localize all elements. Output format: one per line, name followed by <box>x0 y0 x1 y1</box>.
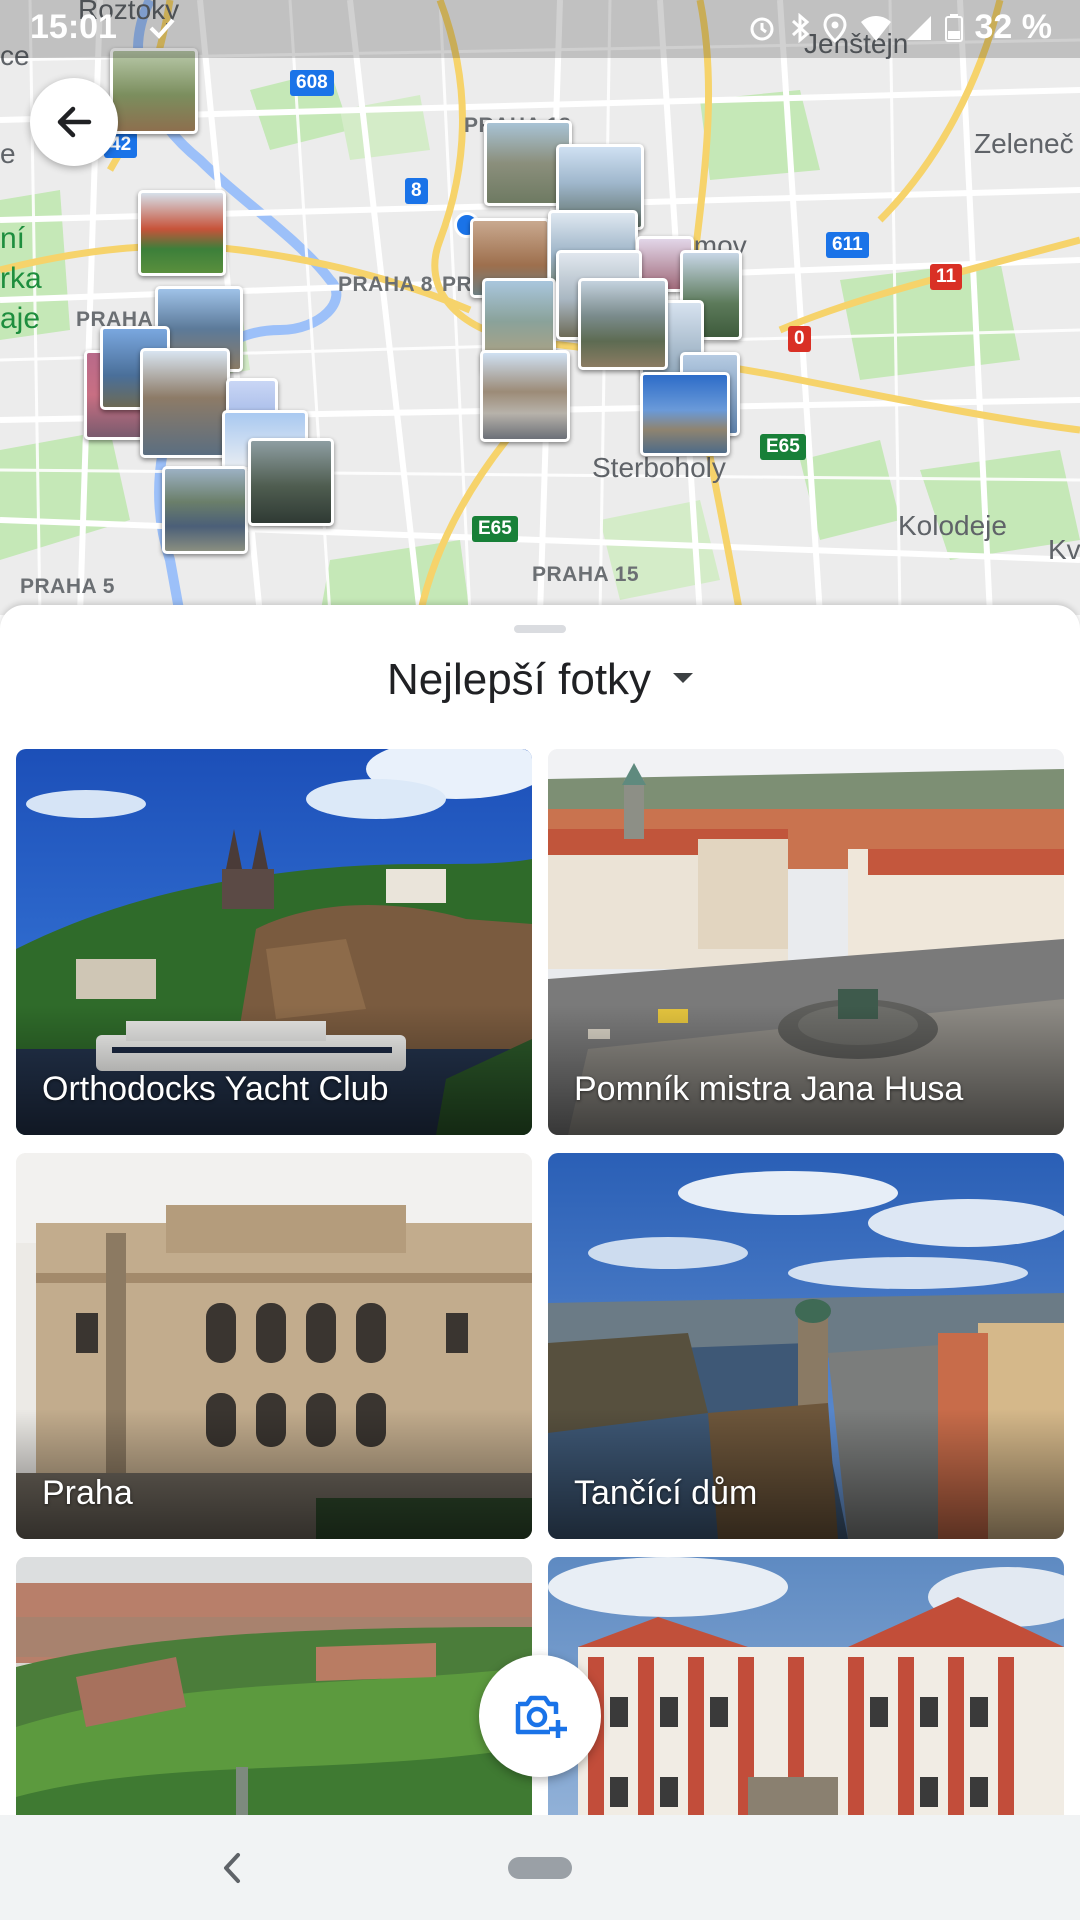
add-photo-icon <box>515 1695 567 1738</box>
map-photo-thumbnail[interactable] <box>578 278 668 370</box>
map-label-praha15: PRAHA 15 <box>532 563 640 586</box>
signal-icon <box>906 15 931 40</box>
road-shield-e65-south: E65 <box>472 516 518 542</box>
map-view[interactable]: Roztoky Jenštejn Zeleneč PRAHA 18 PRAHA … <box>0 0 1080 615</box>
battery-percent: 32 % <box>974 8 1053 46</box>
road-shield-608: 608 <box>290 70 334 96</box>
photo-card[interactable] <box>16 1557 532 1815</box>
nav-home-pill[interactable] <box>508 1857 572 1879</box>
map-photo-thumbnail[interactable] <box>110 48 198 134</box>
map-label-kv: Kv <box>1048 534 1080 565</box>
road-shield-e65: E65 <box>760 434 806 460</box>
chevron-left-icon <box>224 1853 240 1883</box>
photo-card-caption: Orthodocks Yacht Club <box>42 1070 389 1108</box>
sheet-drag-handle[interactable] <box>514 625 566 633</box>
map-label-sterboholy: Sterboholy <box>592 452 726 483</box>
map-photo-thumbnail[interactable] <box>480 350 570 442</box>
sheet-title: Nejlepší fotky <box>386 655 652 704</box>
photo-city-panorama <box>16 1557 532 1815</box>
status-time: 15:01 <box>30 8 117 46</box>
photo-card[interactable]: Orthodocks Yacht Club <box>16 749 532 1135</box>
photo-card[interactable] <box>548 1557 1064 1815</box>
road-shield-0: 0 <box>788 326 811 352</box>
photo-card-caption: Tančící dům <box>574 1474 758 1512</box>
battery-icon <box>944 13 963 42</box>
photo-card-caption: Pomník mistra Jana Husa <box>574 1070 964 1108</box>
notification-check-icon <box>149 18 175 39</box>
photo-card[interactable]: Tančící dům <box>548 1153 1064 1539</box>
photo-card-caption: Praha <box>42 1474 133 1512</box>
road-shield-8: 8 <box>405 178 428 204</box>
location-icon <box>822 12 847 43</box>
wifi-icon <box>860 15 891 41</box>
photo-card[interactable]: Praha <box>16 1153 532 1539</box>
map-label-park-1: ní <box>0 222 26 255</box>
add-photo-button[interactable] <box>479 1655 601 1777</box>
map-label-praha5: PRAHA 5 <box>20 575 115 598</box>
arrow-back-icon <box>57 106 92 138</box>
map-photo-thumbnail[interactable] <box>640 372 730 456</box>
alarm-icon <box>750 17 773 40</box>
road-shield-11: 11 <box>930 264 963 290</box>
status-icons: 32 % <box>747 8 1053 47</box>
map-label-park-3: aje <box>0 302 41 335</box>
map-label-edge-2: e <box>0 138 16 169</box>
map-label-park-2: rka <box>0 262 42 295</box>
photo-troja-chateau <box>548 1557 1064 1815</box>
map-photo-thumbnail[interactable] <box>162 466 248 554</box>
photo-card[interactable]: Pomník mistra Jana Husa <box>548 749 1064 1135</box>
map-label-zelenec: Zeleneč <box>974 128 1074 159</box>
map-photo-thumbnail[interactable] <box>248 438 334 526</box>
nav-back-button[interactable] <box>212 1843 252 1893</box>
results-sheet[interactable]: Nejlepší fotky Orthodocks Yacht Club Pom… <box>0 605 1080 1815</box>
back-button[interactable] <box>30 78 118 166</box>
status-bar: 15:01 32 % <box>0 0 1080 58</box>
bluetooth-icon <box>791 12 809 43</box>
map-label-praha8: PRAHA 8 <box>338 273 433 296</box>
dropdown-arrow-icon <box>673 673 694 684</box>
sheet-title-dropdown[interactable]: Nejlepší fotky <box>0 655 1080 705</box>
system-navigation-bar <box>0 1815 1080 1920</box>
road-shield-611: 611 <box>826 232 869 258</box>
map-photo-thumbnail[interactable] <box>140 348 230 458</box>
map-label-praha8-part: PR <box>442 273 473 296</box>
map-label-kolodeje: Kolodeje <box>898 510 1007 541</box>
map-photo-thumbnail[interactable] <box>138 190 226 276</box>
